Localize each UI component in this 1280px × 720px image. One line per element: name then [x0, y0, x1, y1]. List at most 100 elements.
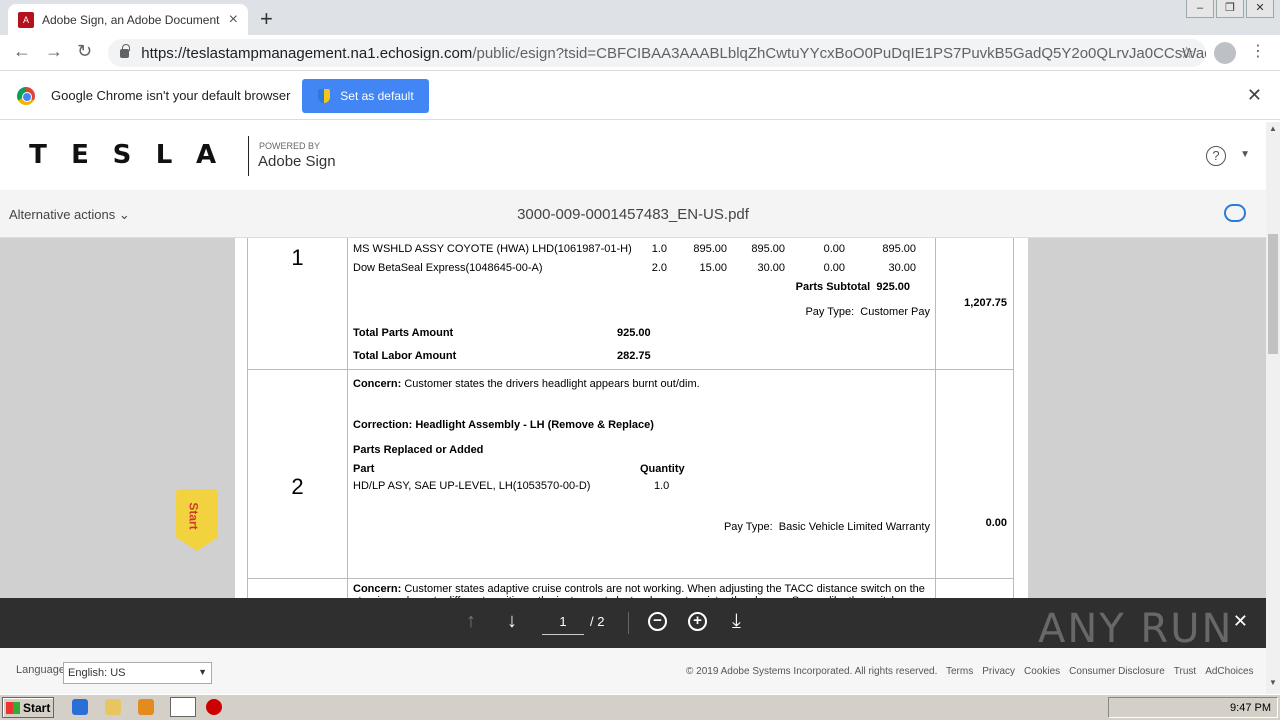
footer-links: Terms Privacy Cookies Consumer Disclosur…: [946, 666, 1254, 677]
total-labor-value: 282.75: [617, 349, 651, 362]
tesla-logo: T E S L A: [24, 140, 222, 170]
pager-divider: [628, 612, 629, 634]
profile-avatar[interactable]: [1214, 42, 1236, 64]
default-browser-infobar: Google Chrome isn't your default browser…: [0, 72, 1280, 120]
clock: 9:47 PM: [1230, 702, 1271, 714]
reload-icon[interactable]: ↻: [77, 41, 92, 62]
part-discount: 0.00: [823, 242, 845, 255]
start-flag-label: Start: [186, 502, 201, 530]
line-content: MS WSHLD ASSY COYOTE (HWA) LHD(1061987-0…: [347, 238, 936, 370]
start-signing-flag[interactable]: Start: [176, 489, 218, 551]
part-extended: 30.00: [757, 261, 785, 274]
document-viewer[interactable]: 1 MS WSHLD ASSY COYOTE (HWA) LHD(1061987…: [0, 238, 1266, 598]
bookmark-star-icon[interactable]: ☆: [1180, 43, 1194, 63]
repair-order-table: 1 MS WSHLD ASSY COYOTE (HWA) LHD(1061987…: [247, 238, 1014, 598]
new-tab-icon[interactable]: +: [260, 6, 273, 32]
line-number: [247, 578, 348, 598]
part-qty: 1.0: [654, 479, 670, 492]
line-amount: [935, 578, 1014, 598]
start-button[interactable]: Start: [2, 697, 54, 718]
footer-link-trust[interactable]: Trust: [1174, 666, 1196, 677]
tesla-letter: S: [112, 140, 134, 170]
quantity-column-header: Quantity: [640, 462, 685, 475]
window-controls: – ❐ ✕: [1184, 0, 1274, 18]
footer-link-privacy[interactable]: Privacy: [982, 666, 1015, 677]
alert-icon[interactable]: [206, 699, 222, 715]
browser-tab[interactable]: A Adobe Sign, an Adobe Document Cl ×: [8, 4, 248, 35]
pay-type-value: Customer Pay: [860, 305, 930, 318]
pay-type-value: Basic Vehicle Limited Warranty: [778, 520, 930, 533]
total-parts-label: Total Parts Amount: [353, 326, 454, 339]
page-number-input[interactable]: 1: [542, 609, 584, 635]
part-description: MS WSHLD ASSY COYOTE (HWA) LHD(1061987-0…: [353, 242, 632, 255]
line-amount: 1,207.75: [935, 238, 1014, 370]
address-bar[interactable]: https://teslastampmanagement.na1.echosig…: [108, 39, 1206, 67]
minimize-button[interactable]: –: [1186, 0, 1214, 18]
folder-icon[interactable]: [105, 699, 121, 715]
footer-link-adchoices[interactable]: AdChoices: [1205, 666, 1253, 677]
total-labor: Total Labor Amount 282.75: [353, 346, 930, 365]
ie-icon[interactable]: [72, 699, 88, 715]
line-amount-text: 0.00: [985, 517, 1007, 529]
media-player-icon[interactable]: [138, 699, 154, 715]
next-page-arrow-icon[interactable]: ↓: [507, 610, 517, 633]
adobe-sign-label: Adobe Sign: [258, 153, 336, 170]
close-pager-icon[interactable]: ✕: [1233, 611, 1248, 632]
browser-tab-strip: A Adobe Sign, an Adobe Document Cl × + –…: [0, 0, 1280, 35]
line-amount-text: 1,207.75: [964, 297, 1007, 309]
document-page: 1 MS WSHLD ASSY COYOTE (HWA) LHD(1061987…: [235, 238, 1028, 598]
part-description: HD/LP ASY, SAE UP-LEVEL, LH(1053570-00-D…: [353, 479, 591, 492]
part-unit-price: 895.00: [693, 242, 727, 255]
footer-link-consumer-disclosure[interactable]: Consumer Disclosure: [1069, 666, 1165, 677]
table-row: Concern: Customer states adaptive cruise…: [247, 578, 1014, 598]
concern: Concern: Customer states the drivers hea…: [353, 374, 930, 393]
page-header: T E S L A POWERED BY Adobe Sign ? ▼: [0, 122, 1266, 188]
url-path: /public/esign?tsid=CBFCIBAA3AAABLblqZhCw…: [472, 44, 1206, 62]
part-qty: 2.0: [651, 261, 667, 274]
chrome-taskbar-button[interactable]: [170, 697, 196, 717]
previous-page-arrow-icon[interactable]: ↑: [466, 610, 476, 633]
download-icon[interactable]: ⤓: [732, 610, 741, 633]
correction: Correction: Headlight Assembly - LH (Rem…: [353, 418, 654, 431]
powered-by-label: POWERED BY: [259, 141, 321, 151]
set-as-default-button[interactable]: Set as default: [302, 78, 430, 113]
menu-kebab-icon[interactable]: ⋮: [1250, 41, 1266, 61]
forward-arrow-icon[interactable]: →: [45, 41, 63, 62]
shield-icon: [318, 88, 331, 103]
adobe-favicon-icon: A: [18, 11, 34, 28]
tab-title: Adobe Sign, an Adobe Document Cl: [42, 12, 223, 27]
chevron-down-icon[interactable]: ▼: [1240, 149, 1250, 160]
back-arrow-icon[interactable]: ←: [13, 41, 31, 62]
concern-text: Customer states the drivers headlight ap…: [404, 377, 700, 390]
scroll-up-icon[interactable]: ▲: [1269, 124, 1277, 133]
page-scrollbar[interactable]: ▲ ▼: [1266, 122, 1280, 694]
total-parts: Total Parts Amount 925.00: [353, 323, 930, 342]
help-icon[interactable]: ?: [1206, 146, 1226, 166]
watermark-logo: ANY RUN: [1038, 606, 1234, 652]
concern-label: Concern:: [353, 377, 402, 390]
page-footer: Language English: US ▼ © 2019 Adobe Syst…: [0, 648, 1266, 694]
line-content: Concern: Customer states adaptive cruise…: [347, 578, 936, 598]
close-window-button[interactable]: ✕: [1246, 0, 1274, 18]
scroll-down-icon[interactable]: ▼: [1269, 678, 1277, 687]
part-discount: 0.00: [823, 261, 845, 274]
line-number: 1: [247, 238, 348, 370]
document-title-bar: Alternative actions ⌄ 3000-009-000145748…: [0, 190, 1266, 238]
pay-type-label: Pay Type:: [723, 520, 773, 533]
footer-link-terms[interactable]: Terms: [946, 666, 973, 677]
language-select[interactable]: English: US ▼: [63, 662, 212, 684]
tab-close-icon[interactable]: ×: [229, 11, 238, 29]
parts-heading: Parts Replaced or Added: [353, 443, 484, 456]
comment-icon[interactable]: [1224, 204, 1246, 222]
infobar-close-icon[interactable]: ✕: [1247, 85, 1262, 106]
zoom-out-icon[interactable]: −: [648, 612, 667, 631]
copyright-text: © 2019 Adobe Systems Incorporated. All r…: [686, 666, 938, 677]
set-as-default-label: Set as default: [340, 88, 414, 103]
page-total: / 2: [590, 614, 605, 629]
footer-link-cookies[interactable]: Cookies: [1024, 666, 1060, 677]
line-content: Concern: Customer states the drivers hea…: [347, 369, 936, 579]
restore-button[interactable]: ❐: [1216, 0, 1244, 18]
zoom-in-icon[interactable]: +: [688, 612, 707, 631]
tesla-letter: L: [155, 140, 175, 170]
scroll-thumb[interactable]: [1268, 234, 1278, 354]
